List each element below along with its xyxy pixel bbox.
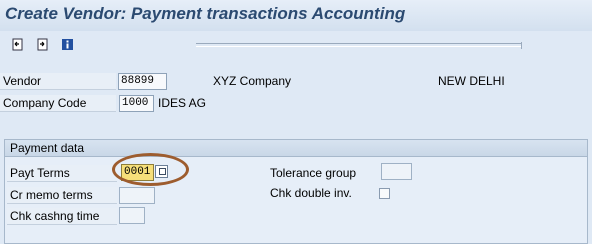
window-title: Create Vendor: Payment transactions Acco… — [5, 4, 406, 23]
company-code-field[interactable]: 1000 — [119, 95, 154, 112]
chk-cashng-time-label: Chk cashng time — [7, 208, 117, 225]
cr-memo-terms-field[interactable] — [119, 187, 155, 204]
vendor-city: NEW DELHI — [438, 74, 505, 88]
vendor-field[interactable]: 88899 — [118, 73, 167, 90]
company-code-label: Company Code — [0, 95, 116, 112]
payment-data-group: Payment data Payt Terms Cr memo terms Ch… — [4, 139, 588, 244]
company-name: IDES AG — [158, 96, 207, 110]
previous-screen-icon[interactable] — [10, 37, 24, 51]
toolbar-separator-end — [521, 42, 522, 49]
tolerance-group-field[interactable] — [381, 163, 412, 180]
chk-cashng-time-field[interactable] — [119, 207, 145, 224]
title-bar: Create Vendor: Payment transactions Acco… — [0, 0, 592, 31]
cr-memo-terms-label: Cr memo terms — [7, 187, 117, 204]
toolbar — [0, 32, 592, 58]
vendor-label: Vendor — [0, 73, 116, 90]
toolbar-separator — [196, 43, 522, 47]
info-icon[interactable] — [60, 37, 74, 51]
payt-terms-label: Payt Terms — [7, 165, 117, 182]
next-screen-icon[interactable] — [35, 37, 49, 51]
payt-terms-highlight-oval — [112, 153, 189, 186]
chk-double-inv-checkbox[interactable] — [379, 188, 390, 199]
tolerance-group-label: Tolerance group — [270, 166, 357, 180]
vendor-name: XYZ Company — [213, 74, 292, 88]
chk-double-inv-label: Chk double inv. — [270, 186, 352, 200]
payment-data-title: Payment data — [5, 140, 587, 157]
